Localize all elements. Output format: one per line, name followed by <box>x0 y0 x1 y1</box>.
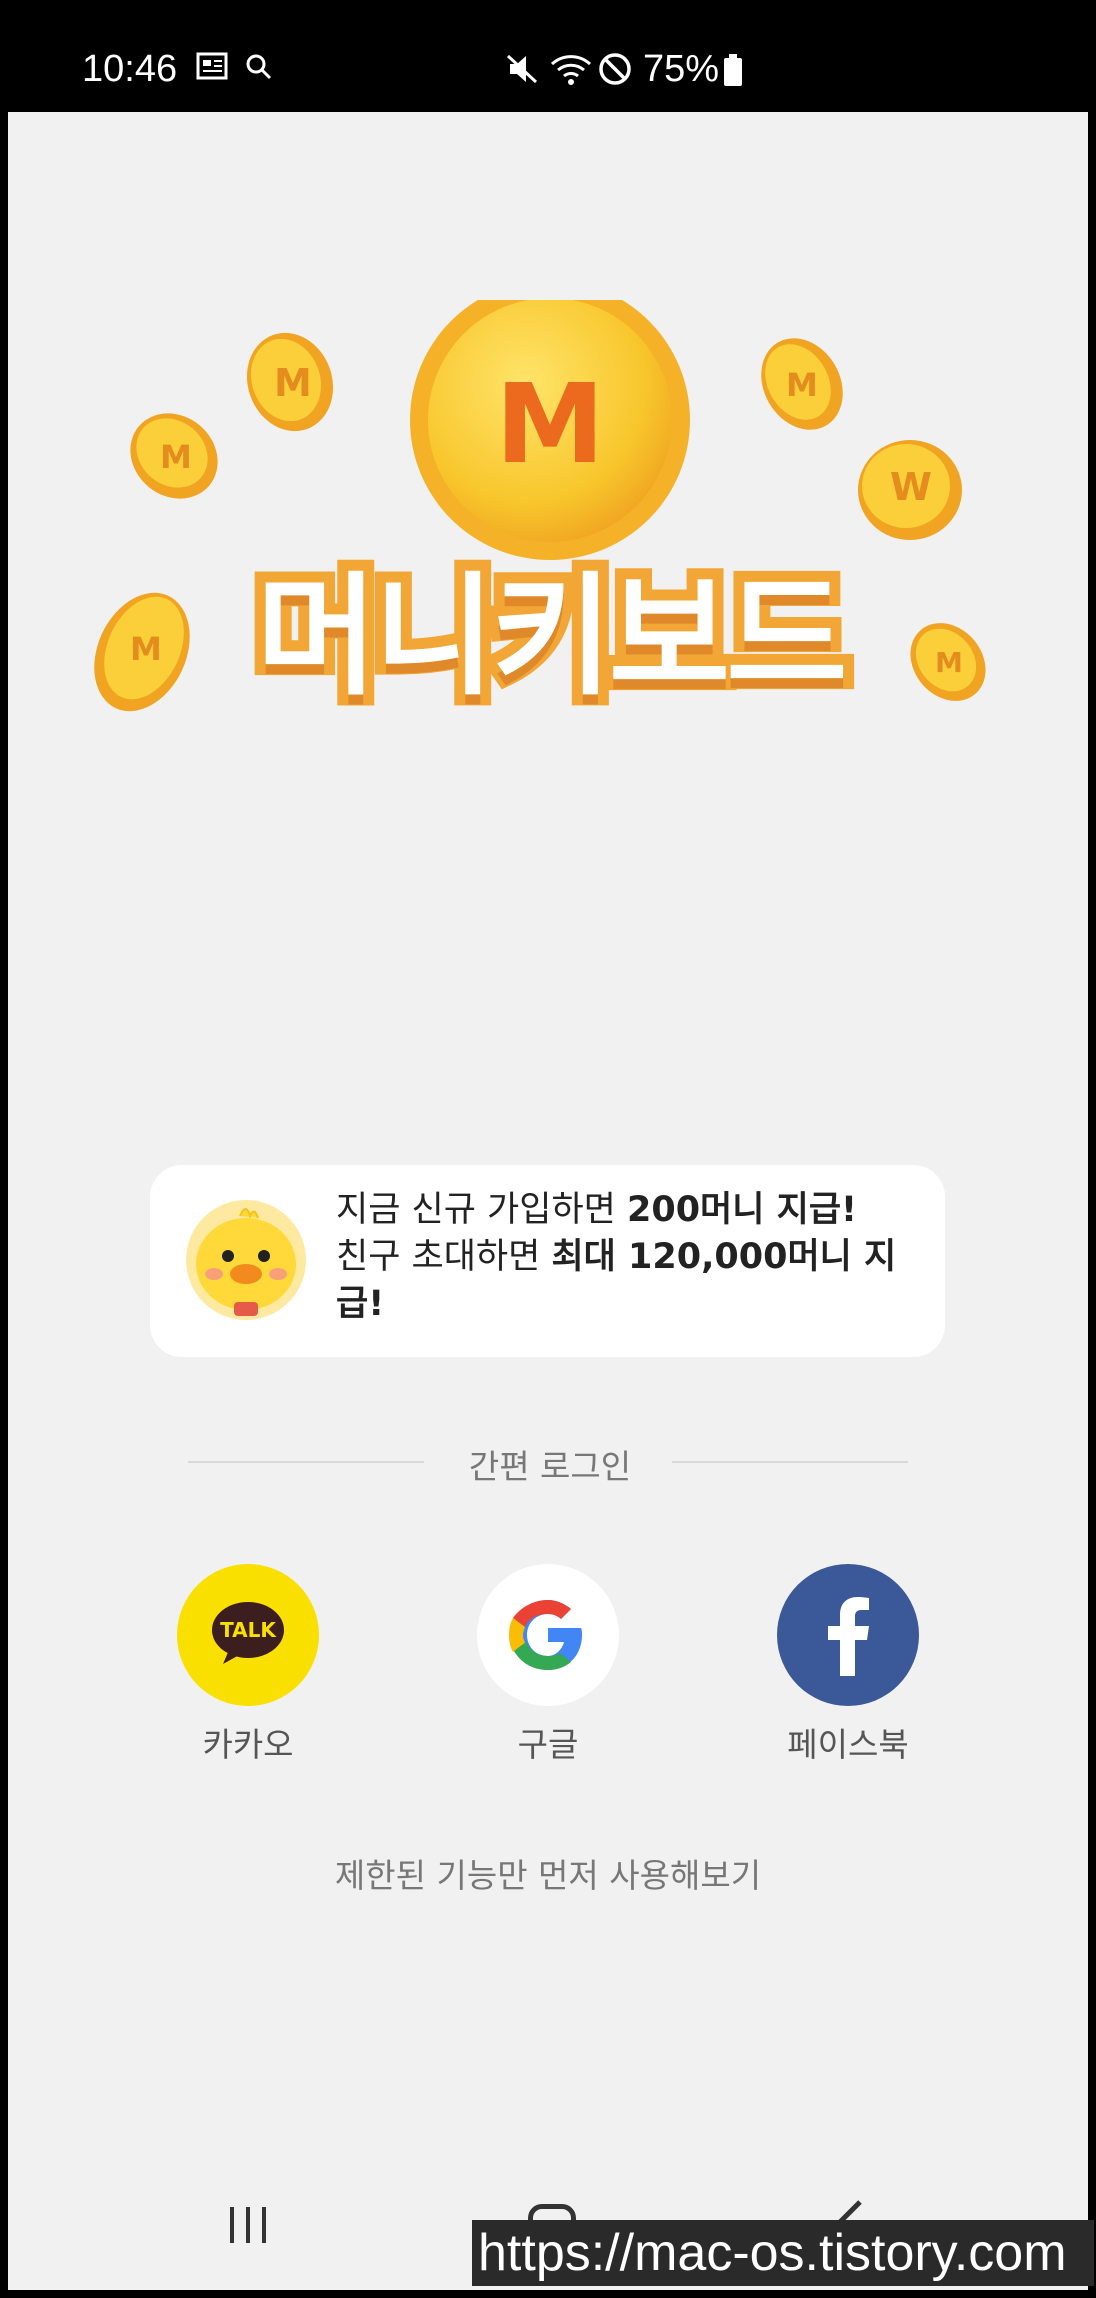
chick-mascot-icon <box>184 1198 308 1322</box>
facebook-label: 페이스북 <box>787 1725 909 1764</box>
promo-line1-bold: 200머니 지급! <box>626 1190 857 1230</box>
battery-icon <box>723 54 743 90</box>
google-label: 구글 <box>517 1725 579 1764</box>
wifi-icon <box>550 52 592 90</box>
promo-line1-prefix: 지금 신규 가입하면 <box>336 1190 627 1230</box>
google-icon[interactable] <box>477 1564 619 1706</box>
divider-right <box>672 1461 908 1463</box>
app-logo: M M M W M M M 머니키보드 <box>90 300 1010 740</box>
kakao-login-button[interactable]: TALK 카카오 <box>128 1564 368 1766</box>
status-bar: 10:46 75% <box>0 0 1096 112</box>
mute-icon <box>504 52 540 90</box>
battery-percent: 75% <box>643 48 720 90</box>
kakao-label: 카카오 <box>202 1725 294 1764</box>
svg-text:M: M <box>786 366 818 404</box>
logo-text: 머니키보드 <box>245 549 858 725</box>
limited-features-link[interactable]: 제한된 기능만 먼저 사용해보기 <box>200 1849 896 1897</box>
recent-apps-icon[interactable] <box>226 2205 270 2249</box>
coin-letter: M <box>495 360 605 488</box>
kakao-badge-text: TALK <box>220 1618 276 1642</box>
easy-login-label: 간편 로그인 <box>468 1447 632 1486</box>
promo-line2-prefix: 친구 초대하면 <box>336 1237 552 1277</box>
svg-text:M: M <box>160 438 192 476</box>
svg-text:W: W <box>890 465 932 509</box>
search-icon <box>244 52 274 86</box>
status-time: 10:46 <box>82 48 178 90</box>
watermark: https://mac-os.tistory.com <box>472 2220 1094 2286</box>
promo-card: 지금 신규 가입하면 200머니 지급! 친구 초대하면 최대 120,000머… <box>150 1165 945 1357</box>
divider-left <box>188 1461 424 1463</box>
facebook-icon[interactable] <box>777 1564 919 1706</box>
do-not-disturb-icon <box>598 52 632 90</box>
google-login-button[interactable]: 구글 <box>428 1564 668 1766</box>
kakao-talk-icon[interactable]: TALK <box>177 1564 319 1706</box>
promo-message: 지금 신규 가입하면 200머니 지급! 친구 초대하면 최대 120,000머… <box>336 1187 926 1328</box>
news-icon <box>196 52 228 84</box>
facebook-login-button[interactable]: 페이스북 <box>728 1564 968 1766</box>
svg-text:M: M <box>274 361 312 405</box>
